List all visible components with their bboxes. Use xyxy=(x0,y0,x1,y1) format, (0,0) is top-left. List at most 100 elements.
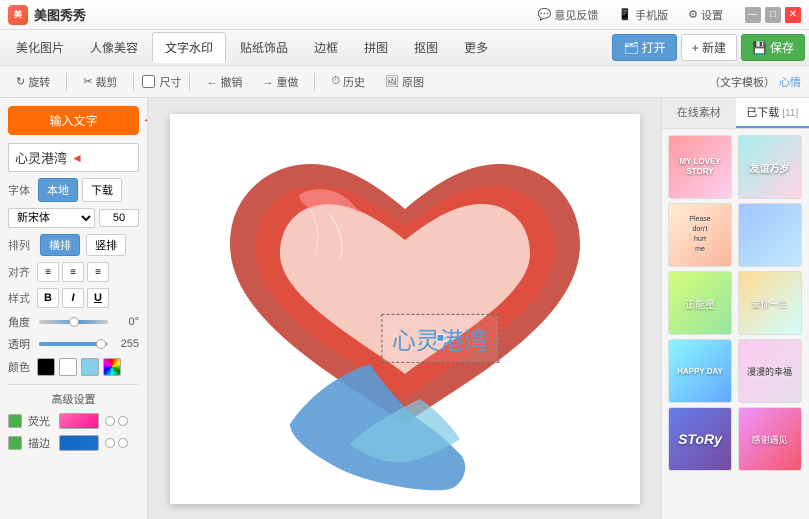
canvas-area: 心灵港湾 xyxy=(148,98,661,519)
angle-thumb[interactable] xyxy=(69,317,79,327)
title-bar-left: 美 美图秀秀 xyxy=(8,5,86,25)
redo-btn[interactable]: → 重做 xyxy=(254,71,306,93)
canvas-drag-handle[interactable] xyxy=(436,334,444,342)
opacity-row: 透明 255 xyxy=(8,336,139,352)
template-item-8[interactable]: 漫漫的幸福 xyxy=(738,339,802,403)
text-field-arrow: ◄ xyxy=(71,151,83,165)
tab-online[interactable]: 在线素材 xyxy=(662,98,736,128)
mobile-btn[interactable]: 📱 手机版 xyxy=(612,5,674,25)
template-item-5[interactable]: 正能量 xyxy=(668,271,732,335)
arrange-vertical-btn[interactable]: 竖排 xyxy=(86,234,126,256)
new-btn[interactable]: + 新建 xyxy=(681,34,737,61)
open-btn[interactable]: 🗂 打开 xyxy=(612,34,676,61)
template-item-3[interactable]: Pleasedon'thurtme xyxy=(668,203,732,267)
color-rainbow[interactable] xyxy=(103,358,121,376)
app-title: 美图秀秀 xyxy=(34,5,86,24)
history-btn[interactable]: ⏱ 历史 xyxy=(323,71,373,93)
template-grid: MY LOVEY STORY 友谊万岁 Pleasedon'thurtme 正能… xyxy=(662,129,809,477)
stroke-checkbox[interactable] xyxy=(8,436,22,450)
template-text-2: 友谊万岁 xyxy=(748,158,792,177)
nav-bar: 美化图片 人像美容 文字水印 贴纸饰品 边框 拼图 抠图 更多 🗂 打开 + 新… xyxy=(0,30,809,66)
template-item-4[interactable] xyxy=(738,203,802,267)
nav-item-watermark[interactable]: 文字水印 xyxy=(152,32,226,63)
nav-item-portrait[interactable]: 人像美容 xyxy=(78,33,150,62)
align-center-btn[interactable]: ≡ xyxy=(62,262,84,282)
font-tab-local[interactable]: 本地 xyxy=(38,178,78,202)
color-cyan[interactable] xyxy=(81,358,99,376)
template-item-1[interactable]: MY LOVEY STORY xyxy=(668,135,732,199)
save-icon: 💾 xyxy=(752,41,767,55)
close-btn[interactable]: ✕ xyxy=(785,7,801,23)
opacity-thumb[interactable] xyxy=(96,339,106,349)
arrange-horizontal-btn[interactable]: 横排 xyxy=(40,234,80,256)
align-left-btn[interactable]: ≡ xyxy=(37,262,59,282)
settings-btn[interactable]: ⚙ 设置 xyxy=(682,5,729,25)
open-icon: 🗂 xyxy=(623,41,638,55)
glow-color-pink[interactable] xyxy=(59,413,99,429)
save-btn[interactable]: 💾 保存 xyxy=(741,34,805,61)
title-bar: 美 美图秀秀 💬 意见反馈 📱 手机版 ⚙ 设置 — □ ✕ xyxy=(0,0,809,30)
stroke-radio-2[interactable] xyxy=(118,438,128,448)
stroke-color-blue[interactable] xyxy=(59,435,99,451)
font-select[interactable]: 新宋体 xyxy=(8,208,95,228)
redo-icon: → xyxy=(262,76,273,88)
canvas-text-box[interactable]: 心灵港湾 xyxy=(381,313,499,362)
minimize-btn[interactable]: — xyxy=(745,7,761,23)
angle-slider[interactable] xyxy=(39,320,108,324)
underline-btn[interactable]: U xyxy=(87,288,109,308)
nav-item-more[interactable]: 更多 xyxy=(452,33,500,62)
undo-icon: ← xyxy=(206,76,217,88)
size-checkbox[interactable]: 尺寸 xyxy=(142,74,181,90)
glow-checkbox[interactable] xyxy=(8,414,22,428)
toolbar-sep-2 xyxy=(133,73,134,91)
input-text-btn[interactable]: 输入文字 ◄ xyxy=(8,106,139,135)
template-text-6: 爱你一生 xyxy=(749,295,789,312)
glow-radio-1[interactable] xyxy=(105,416,115,426)
color-black[interactable] xyxy=(37,358,55,376)
color-row: 颜色 xyxy=(8,358,139,376)
stroke-radio-1[interactable] xyxy=(105,438,115,448)
nav-item-sticker[interactable]: 贴纸饰品 xyxy=(228,33,300,62)
template-text-1: MY LOVEY STORY xyxy=(669,155,731,178)
template-text-9: SToRy xyxy=(676,429,724,449)
advanced-title: 高级设置 xyxy=(8,384,139,407)
italic-btn[interactable]: I xyxy=(62,288,84,308)
crop-btn[interactable]: ✂ 裁剪 xyxy=(75,71,125,93)
nav-item-cutout[interactable]: 抠图 xyxy=(402,33,450,62)
font-tab-download[interactable]: 下载 xyxy=(82,178,122,202)
template-text-4 xyxy=(768,233,772,237)
nav-item-beautify[interactable]: 美化图片 xyxy=(4,33,76,62)
font-tabs: 字体 本地 下载 xyxy=(8,178,139,202)
style-row: 样式 B I U xyxy=(8,288,139,308)
toolbar-sep-3 xyxy=(189,73,190,91)
color-white[interactable] xyxy=(59,358,77,376)
original-btn[interactable]: 🖼 原图 xyxy=(377,71,432,93)
font-section: 字体 本地 下载 新宋体 排列 横排 竖排 对齐 ≡ ≡ ≡ xyxy=(8,178,139,451)
template-item-10[interactable]: 感谢遇见 xyxy=(738,407,802,471)
nav-item-border[interactable]: 边框 xyxy=(302,33,350,62)
mobile-icon: 📱 xyxy=(618,8,632,21)
glow-radio-2[interactable] xyxy=(118,416,128,426)
rotate-btn[interactable]: ↻ 旋转 xyxy=(8,71,58,93)
template-text-5: 正能量 xyxy=(683,294,717,313)
maximize-btn[interactable]: □ xyxy=(765,7,781,23)
template-select[interactable]: （文字模板） 心情 xyxy=(709,74,801,90)
tab-downloaded[interactable]: 已下载 [11] xyxy=(736,98,809,128)
bold-btn[interactable]: B xyxy=(37,288,59,308)
size-check-input[interactable] xyxy=(142,75,155,88)
opacity-slider[interactable] xyxy=(39,342,108,346)
undo-btn[interactable]: ← 撤销 xyxy=(198,71,250,93)
nav-item-collage[interactable]: 拼图 xyxy=(352,33,400,62)
template-item-6[interactable]: 爱你一生 xyxy=(738,271,802,335)
align-right-btn[interactable]: ≡ xyxy=(87,262,109,282)
right-tabs: 在线素材 已下载 [11] xyxy=(662,98,809,129)
template-item-9[interactable]: SToRy xyxy=(668,407,732,471)
text-input-field[interactable]: 心灵港湾 ◄ xyxy=(8,143,139,172)
font-size-input[interactable] xyxy=(99,209,139,227)
template-value[interactable]: 心情 xyxy=(779,74,801,90)
feedback-icon: 💬 xyxy=(538,8,552,21)
template-item-7[interactable]: HAPPY DAY xyxy=(668,339,732,403)
canvas-wrapper[interactable]: 心灵港湾 xyxy=(170,114,640,504)
template-item-2[interactable]: 友谊万岁 xyxy=(738,135,802,199)
feedback-btn[interactable]: 💬 意见反馈 xyxy=(532,5,605,25)
